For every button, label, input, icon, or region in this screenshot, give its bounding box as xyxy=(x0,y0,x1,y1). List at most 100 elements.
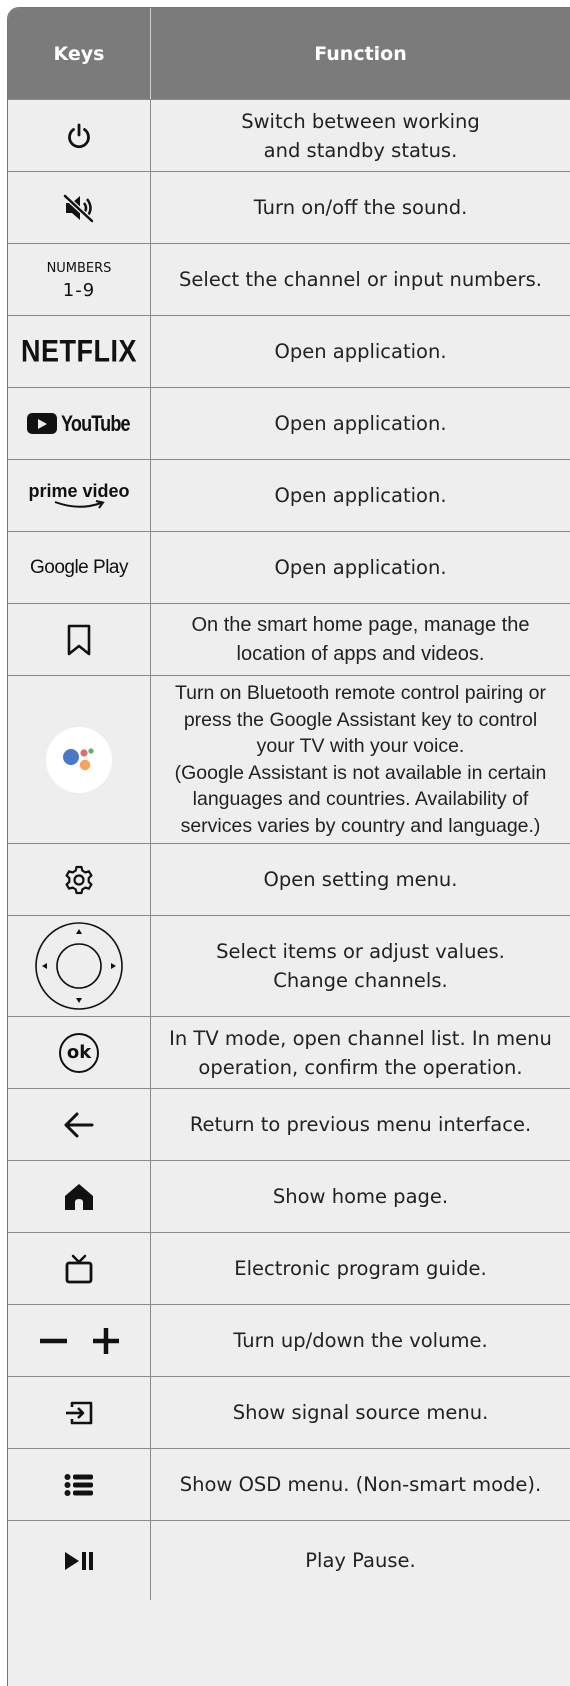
function-text: Turn up/down the volume. xyxy=(233,1329,488,1352)
function-text: Open application. xyxy=(274,556,447,579)
function-cell: Turn up/down the volume. xyxy=(151,1305,570,1376)
key-cell: NETFLIX xyxy=(8,316,151,387)
function-cell: Open setting menu. xyxy=(151,844,570,915)
table-row: Play Pause. xyxy=(8,1520,570,1600)
bookmark-icon xyxy=(66,624,92,656)
function-cell: Turn on/off the sound. xyxy=(151,172,570,243)
table-row: YouTube Open application. xyxy=(8,387,570,459)
key-cell xyxy=(8,1233,151,1304)
prime-smile-icon xyxy=(54,499,105,509)
play-pause-icon xyxy=(63,1551,95,1571)
table-row: Turn on Bluetooth remote control pairing… xyxy=(8,675,570,843)
input-source-icon xyxy=(64,1400,94,1426)
youtube-wordmark: YouTube xyxy=(61,410,131,436)
youtube-logo: YouTube xyxy=(27,411,131,437)
key-cell: ok xyxy=(8,1017,151,1088)
youtube-play-icon xyxy=(27,413,58,434)
table-row: Switch between working and standby statu… xyxy=(8,99,570,171)
home-icon xyxy=(64,1183,94,1211)
remote-keys-table: Keys Function Switch between working and… xyxy=(7,7,570,1686)
key-cell xyxy=(8,1377,151,1448)
function-column-header: Function xyxy=(314,42,407,65)
settings-gear-icon xyxy=(63,864,95,896)
key-cell: Google Play xyxy=(8,532,151,603)
key-cell xyxy=(8,1161,151,1232)
table-row: Show OSD menu. (Non-smart mode). xyxy=(8,1448,570,1520)
function-cell: Show OSD menu. (Non-smart mode). xyxy=(151,1449,570,1520)
volume-minus-plus-icon xyxy=(37,1326,121,1356)
table-row: On the smart home page, manage the locat… xyxy=(8,603,570,675)
function-cell: Return to previous menu interface. xyxy=(151,1089,570,1160)
function-text: Open setting menu. xyxy=(263,868,458,891)
function-text: In TV mode, open channel list. In menu o… xyxy=(169,1026,552,1079)
function-text: Show OSD menu. (Non-smart mode). xyxy=(179,1473,542,1496)
tv-guide-icon xyxy=(65,1254,93,1284)
table-row: NETFLIX Open application. xyxy=(8,315,570,387)
table-row: prime video Open application. xyxy=(8,459,570,531)
function-text: Play Pause. xyxy=(305,1549,416,1572)
table-header: Keys Function xyxy=(8,8,570,99)
table-row: Show signal source menu. xyxy=(8,1376,570,1448)
function-cell: Open application. xyxy=(151,532,570,603)
function-text: Open application. xyxy=(274,340,447,363)
table-row: ok In TV mode, open channel list. In men… xyxy=(8,1016,570,1088)
table-row: Select items or adjust values. Change ch… xyxy=(8,915,570,1016)
function-text: Select items or adjust values. Change ch… xyxy=(216,940,505,992)
function-cell: Turn on Bluetooth remote control pairing… xyxy=(151,676,570,843)
table-row: Turn up/down the volume. xyxy=(8,1304,570,1376)
mute-icon xyxy=(62,193,96,223)
table-row: Show home page. xyxy=(8,1160,570,1232)
google-play-logo: Google Play xyxy=(29,556,129,578)
key-cell xyxy=(8,676,151,843)
back-arrow-icon xyxy=(63,1111,95,1139)
numbers-key-label: NUMBERS xyxy=(46,260,112,276)
key-cell xyxy=(8,1305,151,1376)
function-text: On the smart home page, manage the locat… xyxy=(191,613,530,665)
function-text: Show signal source menu. xyxy=(232,1401,489,1424)
ok-icon: ok xyxy=(59,1032,99,1073)
function-cell: Open application. xyxy=(151,388,570,459)
function-cell: Open application. xyxy=(151,460,570,531)
prime-video-wordmark: prime video xyxy=(28,480,130,501)
function-cell: Select items or adjust values. Change ch… xyxy=(151,916,570,1016)
table-row: Electronic program guide. xyxy=(8,1232,570,1304)
key-cell: NUMBERS 1-9 xyxy=(8,244,151,315)
function-cell: Select the channel or input numbers. xyxy=(151,244,570,315)
function-text: Open application. xyxy=(274,412,447,435)
function-text: Switch between working and standby statu… xyxy=(241,109,480,162)
menu-list-icon xyxy=(64,1473,94,1497)
table-row: Google Play Open application. xyxy=(8,531,570,603)
function-cell: Electronic program guide. xyxy=(151,1233,570,1304)
function-cell: Play Pause. xyxy=(151,1521,570,1600)
key-cell: prime video xyxy=(8,460,151,531)
function-cell: Show signal source menu. xyxy=(151,1377,570,1448)
key-cell xyxy=(8,1521,151,1600)
function-cell: Switch between working and standby statu… xyxy=(151,100,570,171)
dpad-icon xyxy=(33,920,125,1012)
function-text: Select the channel or input numbers. xyxy=(179,268,542,291)
key-cell xyxy=(8,1449,151,1520)
table-row: NUMBERS 1-9 Select the channel or input … xyxy=(8,243,570,315)
function-text: Open application. xyxy=(274,484,447,507)
prime-video-logo: prime video xyxy=(28,480,130,510)
numbers-key-range: 1-9 xyxy=(62,279,96,301)
key-cell xyxy=(8,100,151,171)
power-icon xyxy=(64,121,94,151)
table-row: Return to previous menu interface. xyxy=(8,1088,570,1160)
key-cell xyxy=(8,172,151,243)
function-cell: Open application. xyxy=(151,316,570,387)
function-text: Return to previous menu interface. xyxy=(189,1113,532,1136)
function-text: Show home page. xyxy=(272,1185,449,1208)
table-row: Open setting menu. xyxy=(8,843,570,915)
function-text: Turn on Bluetooth remote control pairing… xyxy=(174,682,547,837)
function-cell: Show home page. xyxy=(151,1161,570,1232)
key-cell xyxy=(8,916,151,1016)
keys-column-header: Keys xyxy=(8,8,151,99)
google-assistant-icon xyxy=(45,726,113,794)
table-row: Turn on/off the sound. xyxy=(8,171,570,243)
function-text: Turn on/off the sound. xyxy=(253,196,468,219)
key-cell xyxy=(8,844,151,915)
function-cell: On the smart home page, manage the locat… xyxy=(151,604,570,675)
key-cell: YouTube xyxy=(8,388,151,459)
netflix-logo: NETFLIX xyxy=(21,333,137,369)
